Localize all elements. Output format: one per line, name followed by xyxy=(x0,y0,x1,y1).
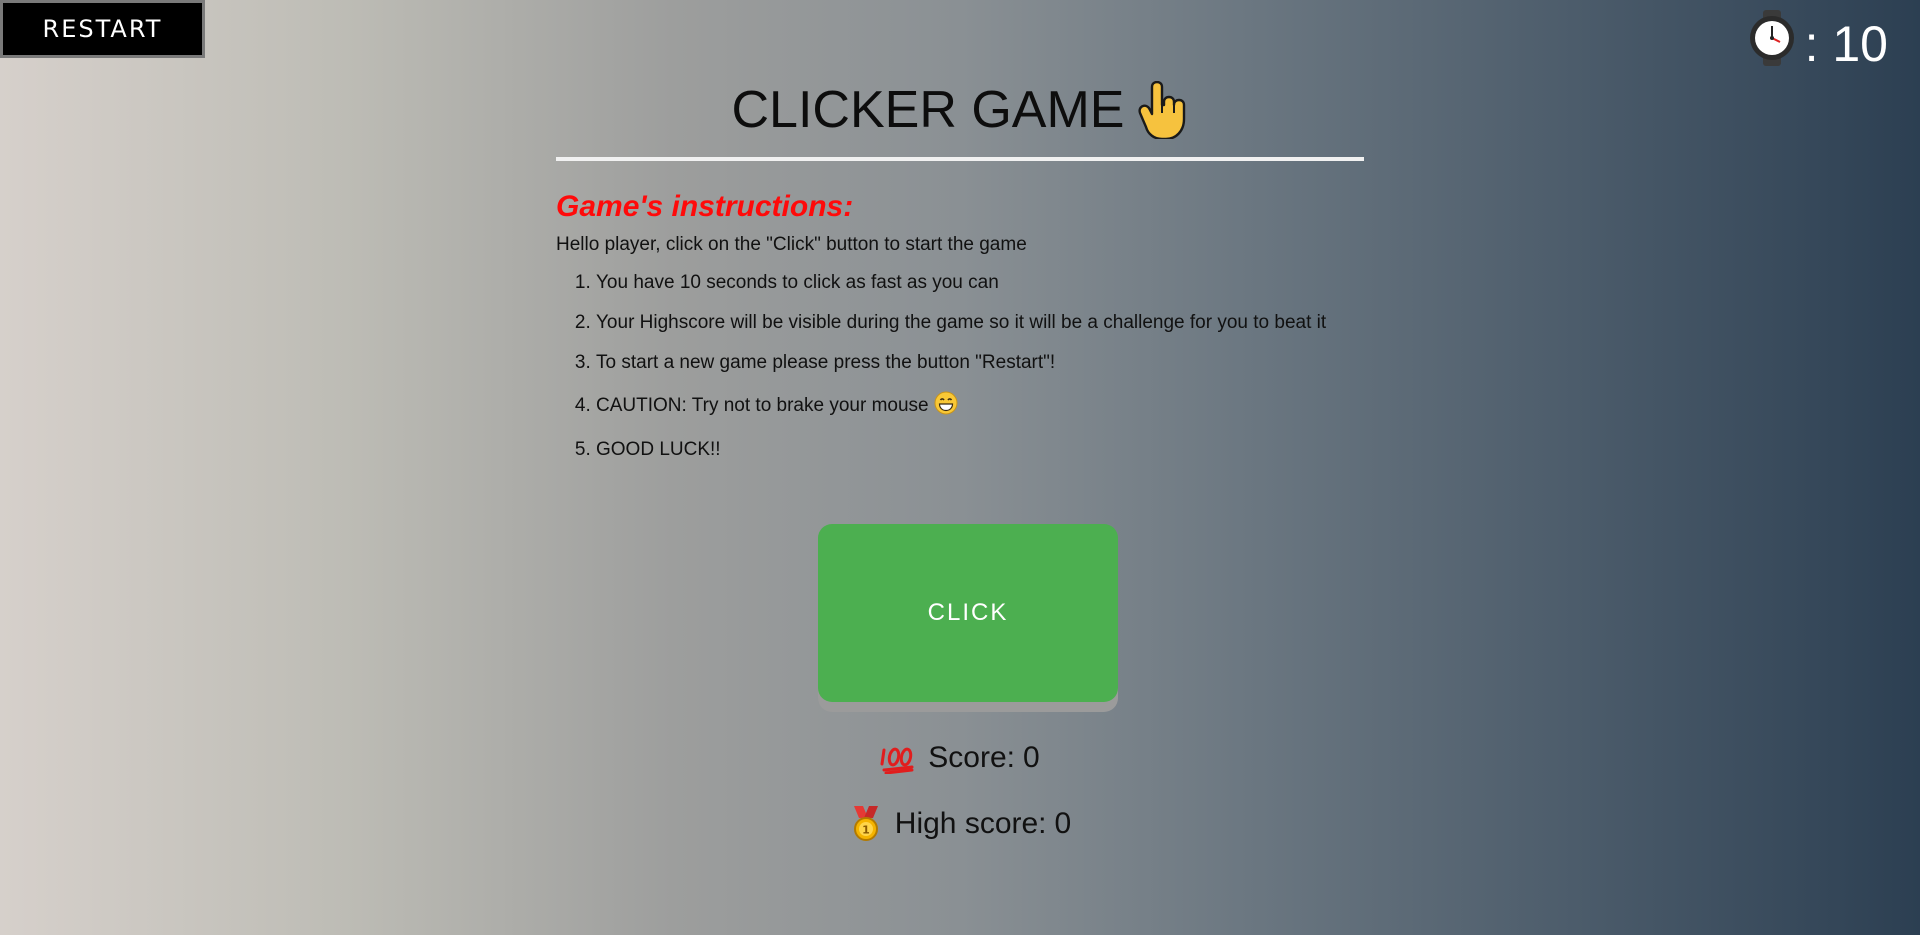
instructions-heading: Game's instructions: xyxy=(556,190,854,223)
highscore-label: High score: xyxy=(894,807,1047,840)
list-item-text: Your Highscore will be visible during th… xyxy=(596,312,1327,333)
list-item-text: GOOD LUCK!! xyxy=(596,439,721,460)
svg-text:1: 1 xyxy=(862,824,870,837)
timer-value: : 10 xyxy=(1804,16,1888,72)
instructions-intro: Hello player, click on the "Click" butto… xyxy=(556,234,1027,255)
title-text: CLICKER GAME xyxy=(731,81,1125,139)
highscore-value: 0 xyxy=(1054,807,1072,840)
list-item: CAUTION: Try not to brake your mouse xyxy=(596,391,1364,422)
page-title: CLICKER GAME xyxy=(556,70,1364,150)
list-item: Your Highscore will be visible during th… xyxy=(596,311,1364,335)
click-button[interactable]: CLICK xyxy=(818,524,1118,702)
restart-button[interactable]: RESTART xyxy=(0,0,205,58)
stopwatch-icon xyxy=(1745,8,1805,80)
medal-icon: 1 xyxy=(849,805,883,843)
list-item: You have 10 seconds to click as fast as … xyxy=(596,271,1364,295)
title-divider xyxy=(556,157,1364,161)
click-button-wrapper: CLICK xyxy=(818,524,1118,712)
instructions-list: You have 10 seconds to click as fast as … xyxy=(556,271,1364,462)
score-display: Score: 0 xyxy=(0,741,1920,775)
list-item-text: You have 10 seconds to click as fast as … xyxy=(596,272,999,293)
list-item-text: CAUTION: Try not to brake your mouse xyxy=(596,395,929,416)
highscore-display: 1 High score: 0 xyxy=(0,805,1920,843)
game-panel: CLICKER GAME Game's instructions: Hello … xyxy=(556,70,1364,478)
timer: : 10 xyxy=(1745,8,1888,80)
score-value: 0 xyxy=(1023,741,1040,774)
list-item-text: To start a new game please press the but… xyxy=(596,352,1056,373)
list-item: GOOD LUCK!! xyxy=(596,438,1364,462)
list-item: To start a new game please press the but… xyxy=(596,351,1364,375)
pointing-hand-icon xyxy=(1138,81,1188,139)
hundred-points-icon xyxy=(880,742,916,774)
grinning-face-icon xyxy=(934,391,958,422)
score-label: Score: xyxy=(928,741,1016,774)
